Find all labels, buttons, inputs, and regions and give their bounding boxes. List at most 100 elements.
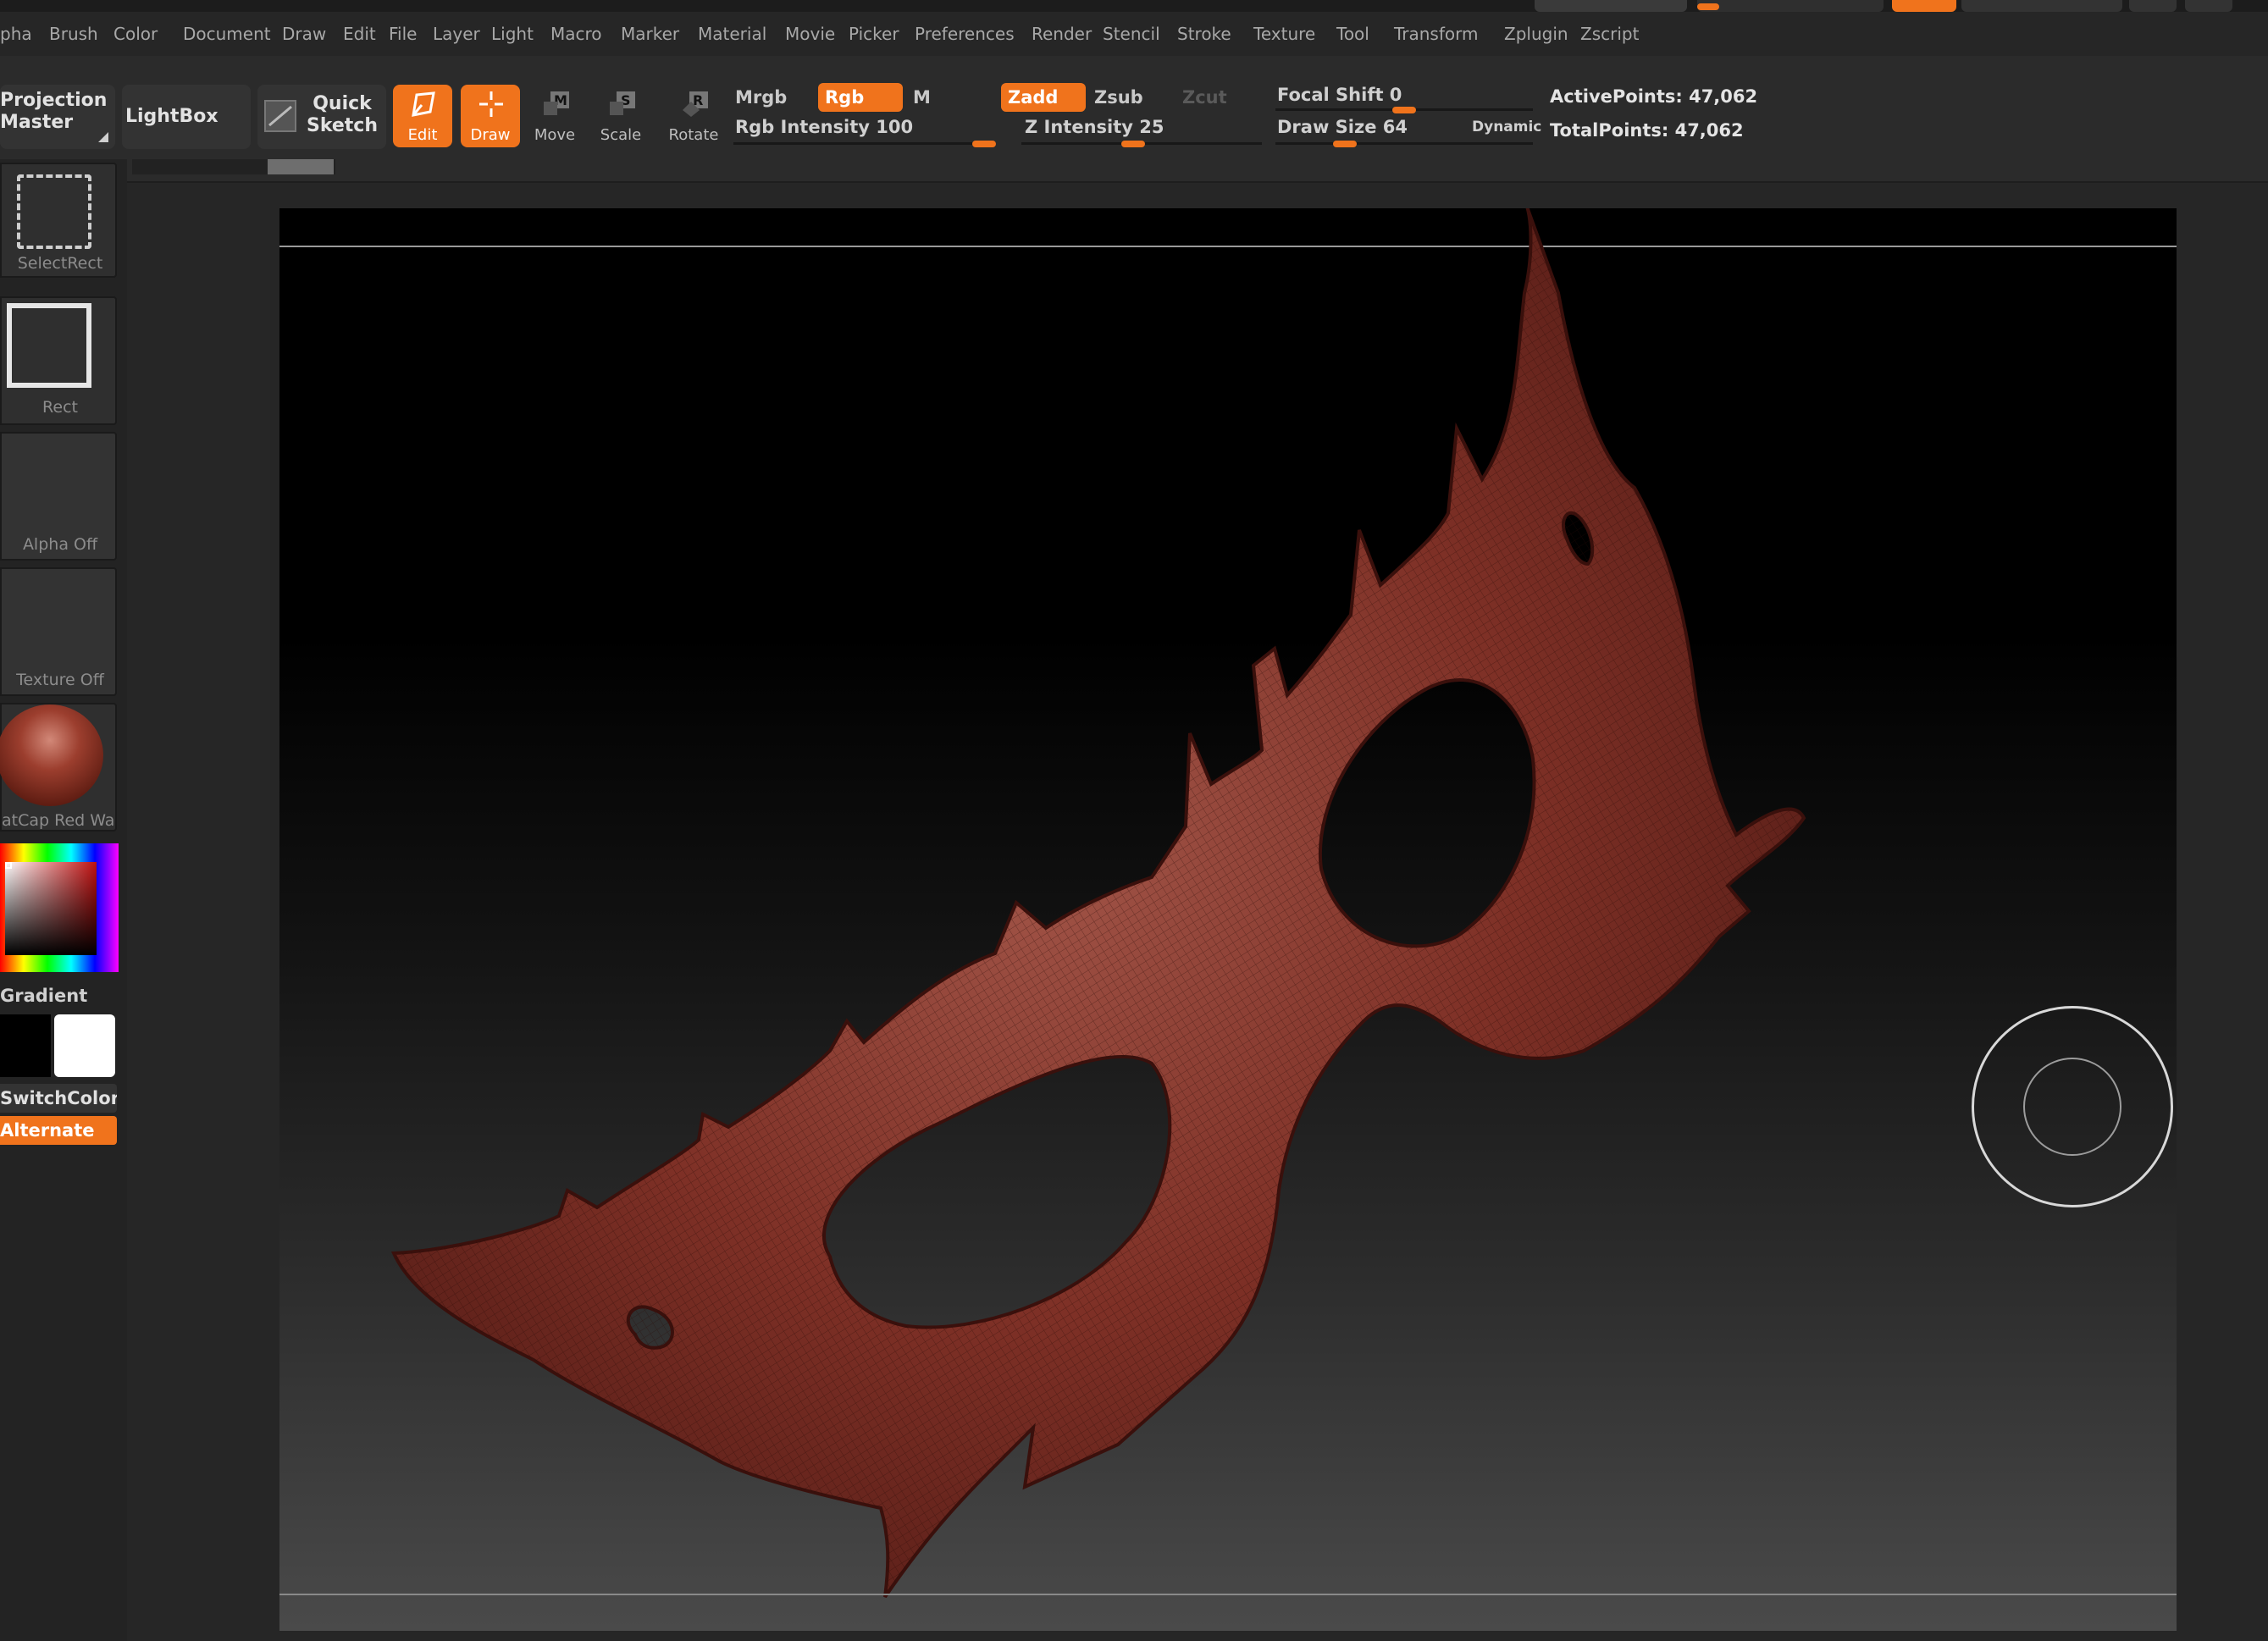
projection-master-label: Projection Master	[0, 90, 108, 133]
rotate-button[interactable]: R Rotate	[664, 85, 723, 147]
selectrect-label: SelectRect	[17, 254, 103, 273]
rotate-label: Rotate	[668, 126, 719, 144]
top-shelf: Projection Master LightBox Quick Sketch …	[0, 56, 2268, 183]
menu-color[interactable]: Color	[113, 24, 158, 44]
draw-button[interactable]: Draw	[461, 85, 520, 147]
draw-size-label: Draw Size 64	[1277, 117, 1408, 137]
alpha-button[interactable]: Alpha Off	[0, 432, 117, 561]
secondary-color-swatch[interactable]	[54, 1014, 115, 1077]
dynamic-button[interactable]: Dynamic	[1472, 119, 1541, 135]
focal-shift-knob[interactable]	[1392, 107, 1416, 113]
script-button[interactable]	[1961, 0, 2122, 12]
menu-macro[interactable]: Macro	[550, 24, 602, 44]
z-intensity-label: Z Intensity 25	[1025, 117, 1164, 137]
main-color-swatch[interactable]	[0, 1014, 51, 1077]
gradient-label[interactable]: Gradient	[0, 986, 87, 1006]
slider-knob[interactable]	[1697, 3, 1719, 10]
scale-icon: S	[610, 91, 635, 115]
texture-button[interactable]: Texture Off	[0, 567, 117, 696]
menu-bar: pha Brush Color Document Draw Edit File …	[0, 12, 2268, 56]
navigation-ring-inner[interactable]	[2023, 1058, 2121, 1156]
scale-button[interactable]: S Scale	[591, 85, 650, 147]
slider-partial[interactable]	[1697, 0, 1884, 12]
menu-picker[interactable]: Picker	[849, 24, 899, 44]
alpha-label: Alpha Off	[22, 535, 98, 554]
mask-mesh-overlay	[394, 208, 1804, 1597]
menu-layer[interactable]: Layer	[433, 24, 480, 44]
draw-size-slider[interactable]	[1275, 142, 1533, 145]
rect-icon	[7, 303, 91, 388]
menu-alpha[interactable]: pha	[0, 24, 32, 44]
move-icon: M	[544, 91, 569, 115]
move-button[interactable]: M Move	[525, 85, 584, 147]
quick-sketch-label: Quick Sketch	[306, 93, 379, 136]
edit-icon	[412, 91, 435, 117]
draw-icon	[479, 91, 503, 117]
menu-light[interactable]: Light	[491, 24, 534, 44]
m-button[interactable]: M	[906, 83, 991, 112]
material-label: atCap Red Wa	[2, 811, 115, 830]
menu-edit[interactable]: Edit	[343, 24, 376, 44]
material-button[interactable]: atCap Red Wa	[0, 703, 117, 832]
menu-zplugin[interactable]: Zplugin	[1504, 24, 1568, 44]
menu-stencil[interactable]: Stencil	[1103, 24, 1160, 44]
menu-movie[interactable]: Movie	[785, 24, 835, 44]
nav-button[interactable]	[2129, 0, 2177, 12]
selectrect-brush-button[interactable]: SelectRect	[0, 163, 117, 278]
zadd-button[interactable]: Zadd	[1001, 83, 1086, 112]
active-points-readout: ActivePoints: 47,062	[1550, 86, 1758, 107]
menu-stroke[interactable]: Stroke	[1177, 24, 1231, 44]
rgb-button[interactable]: Rgb	[818, 83, 903, 112]
scale-label: Scale	[600, 126, 642, 144]
mask-mesh[interactable]	[390, 208, 1806, 1599]
color-picker[interactable]	[0, 843, 119, 972]
quicksave-button[interactable]	[1535, 0, 1687, 12]
menu-preferences[interactable]: Preferences	[915, 24, 1015, 44]
select-rect-icon	[17, 174, 91, 249]
matcap-sphere-icon	[0, 704, 103, 806]
menu-render[interactable]: Render	[1032, 24, 1092, 44]
menu-marker[interactable]: Marker	[621, 24, 679, 44]
menu-texture[interactable]: Texture	[1253, 24, 1315, 44]
menu-zscript[interactable]: Zscript	[1580, 24, 1639, 44]
rect-label: Rect	[42, 398, 78, 417]
scroll-thumb[interactable]	[268, 159, 334, 174]
menus-button[interactable]	[1892, 0, 1956, 12]
zcut-button[interactable]: Zcut	[1175, 83, 1260, 112]
menu-transform[interactable]: Transform	[1394, 24, 1478, 44]
rect-stroke-button[interactable]: Rect	[0, 296, 117, 425]
rgb-intensity-slider[interactable]	[733, 142, 996, 145]
corner-arrow-icon	[98, 132, 108, 142]
lightbox-button[interactable]: LightBox	[122, 85, 251, 149]
quick-sketch-button[interactable]: Quick Sketch	[257, 85, 386, 149]
menu-material[interactable]: Material	[698, 24, 766, 44]
rgb-intensity-label: Rgb Intensity 100	[735, 117, 914, 137]
draw-size-knob[interactable]	[1333, 141, 1357, 147]
menu-file[interactable]: File	[389, 24, 417, 44]
menu-brush[interactable]: Brush	[49, 24, 98, 44]
menu-tool[interactable]: Tool	[1336, 24, 1369, 44]
projection-master-button[interactable]: Projection Master	[0, 85, 115, 149]
alternate-button[interactable]: Alternate	[0, 1116, 117, 1145]
scroll-bar[interactable]	[132, 159, 335, 174]
nav-button[interactable]	[2185, 0, 2232, 12]
rotate-icon: R	[683, 91, 708, 117]
edit-button[interactable]: Edit	[393, 85, 452, 147]
mrgb-button[interactable]: Mrgb	[728, 83, 813, 112]
mask-model[interactable]	[279, 208, 2177, 1631]
switch-color-button[interactable]: SwitchColor	[0, 1084, 117, 1113]
right-gutter	[2183, 183, 2268, 1641]
sketch-icon	[264, 100, 296, 132]
rgb-intensity-knob[interactable]	[972, 141, 996, 147]
z-intensity-knob[interactable]	[1121, 141, 1145, 147]
color-cursor[interactable]	[5, 862, 12, 869]
menu-document[interactable]: Document	[183, 24, 271, 44]
edit-label: Edit	[407, 126, 438, 144]
navigation-ring[interactable]	[1972, 1006, 2173, 1207]
document-canvas[interactable]	[279, 208, 2177, 1631]
lightbox-label: LightBox	[125, 106, 219, 127]
zsub-button[interactable]: Zsub	[1087, 83, 1172, 112]
color-square[interactable]	[5, 862, 97, 955]
menu-draw[interactable]: Draw	[282, 24, 326, 44]
move-label: Move	[534, 126, 576, 144]
